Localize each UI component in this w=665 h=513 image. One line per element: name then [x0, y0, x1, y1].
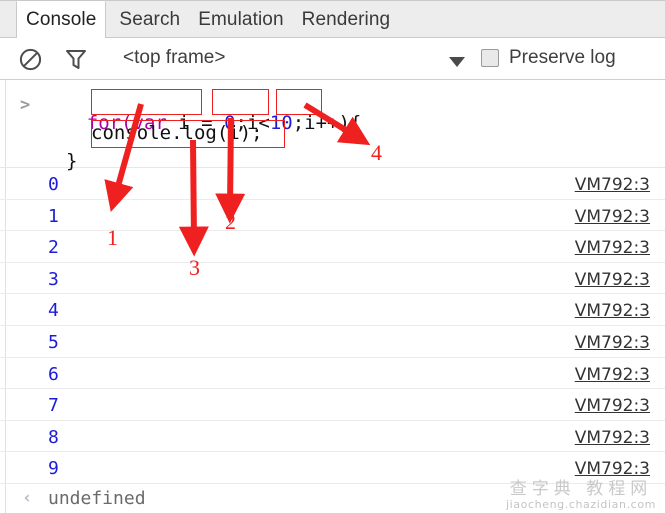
- table-row[interactable]: 8 VM792:3: [0, 421, 665, 453]
- log-value: 1: [48, 205, 59, 227]
- table-row[interactable]: 4 VM792:3: [0, 294, 665, 326]
- chevron-down-icon[interactable]: [449, 57, 465, 67]
- code-line-2: console.log(i);: [91, 122, 263, 144]
- table-row[interactable]: 1 VM792:3: [0, 200, 665, 232]
- code-token-ten: 10: [269, 112, 293, 134]
- watermark: 查字典 教程网 jiaocheng.chazidian.com: [497, 474, 665, 513]
- preserve-log-label[interactable]: Preserve log: [509, 47, 616, 69]
- return-chevron-icon: ‹: [22, 487, 33, 508]
- log-value: 8: [48, 426, 59, 448]
- source-link[interactable]: VM792:3: [575, 207, 650, 227]
- tab-rendering[interactable]: Rendering: [293, 1, 400, 38]
- preserve-log-checkbox[interactable]: [481, 49, 499, 67]
- table-row[interactable]: 3 VM792:3: [0, 263, 665, 295]
- devtools-tab-strip: Console Search Emulation Rendering: [0, 1, 665, 39]
- devtools-window: Console Search Emulation Rendering <top …: [0, 0, 665, 513]
- source-link[interactable]: VM792:3: [575, 365, 650, 385]
- source-link[interactable]: VM792:3: [575, 333, 650, 353]
- log-value: 3: [48, 268, 59, 290]
- tab-emulation[interactable]: Emulation: [189, 1, 292, 38]
- execution-context-selector[interactable]: <top frame>: [123, 47, 225, 69]
- log-value: 7: [48, 395, 59, 417]
- devtools-tabs: Console Search Emulation Rendering: [16, 1, 400, 39]
- source-link[interactable]: VM792:3: [575, 270, 650, 290]
- source-link[interactable]: VM792:3: [575, 428, 650, 448]
- filter-funnel-icon[interactable]: [65, 49, 87, 70]
- table-row[interactable]: 6 VM792:3: [0, 358, 665, 390]
- source-link[interactable]: VM792:3: [575, 238, 650, 258]
- return-value: undefined: [48, 487, 146, 509]
- log-value: 0: [48, 174, 59, 195]
- log-value: 5: [48, 331, 59, 353]
- table-row[interactable]: 7 VM792:3: [0, 389, 665, 421]
- watermark-en: jiaocheng.chazidian.com: [506, 498, 656, 511]
- log-value: 2: [48, 237, 59, 259]
- watermark-cn: 查字典 教程网: [509, 479, 653, 499]
- tab-console[interactable]: Console: [16, 1, 107, 39]
- tab-search[interactable]: Search: [110, 1, 189, 38]
- source-link[interactable]: VM792:3: [575, 175, 650, 195]
- console-toolbar: <top frame> Preserve log: [0, 38, 665, 80]
- source-link[interactable]: VM792:3: [575, 301, 650, 321]
- log-value: 4: [48, 300, 59, 322]
- log-value: 6: [48, 363, 59, 385]
- table-row[interactable]: 5 VM792:3: [0, 326, 665, 358]
- code-token-incr: ;i++){: [292, 112, 362, 134]
- table-row[interactable]: 2 VM792:3: [0, 231, 665, 263]
- code-line-3: }: [66, 150, 78, 172]
- clear-console-icon[interactable]: [19, 48, 42, 71]
- input-prompt-icon: >: [20, 95, 31, 115]
- table-row[interactable]: 0 VM792:3: [0, 168, 665, 200]
- console-log-rows: 0 VM792:3 1 VM792:3 2 VM792:3 3 VM792:3 …: [0, 168, 665, 513]
- source-link[interactable]: VM792:3: [575, 396, 650, 416]
- log-value: 9: [48, 458, 59, 480]
